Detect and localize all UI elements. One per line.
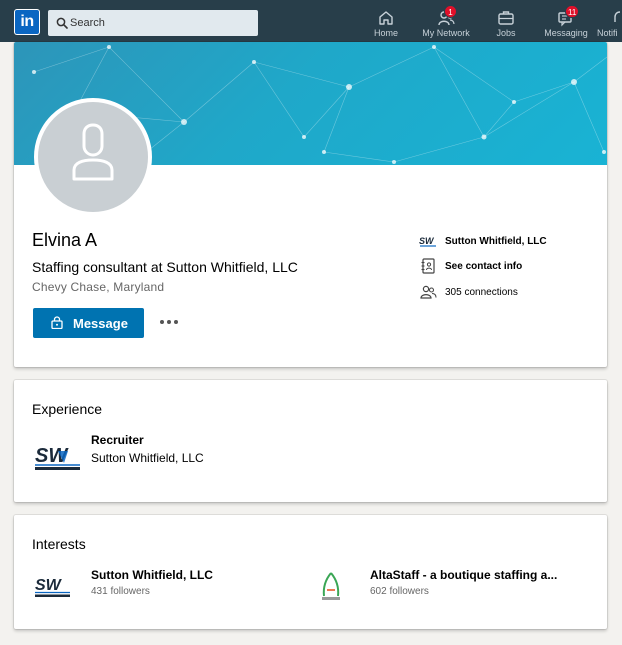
more-dot: [174, 320, 178, 324]
interests-heading: Interests: [32, 536, 86, 552]
altastaff-logo[interactable]: [316, 570, 346, 604]
interest-name[interactable]: AltaStaff - a boutique staffing a...: [370, 568, 557, 582]
interest-name[interactable]: Sutton Whitfield, LLC: [91, 568, 213, 582]
nav-notifications-label: Notifi: [597, 28, 618, 38]
lock-icon: [51, 316, 63, 329]
sutton-whitfield-logo[interactable]: SW: [34, 575, 72, 599]
more-options-button[interactable]: [158, 312, 180, 332]
experience-heading: Experience: [32, 401, 103, 417]
network-badge: 1: [444, 5, 457, 18]
nav-jobs[interactable]: Jobs: [488, 0, 524, 42]
nav-my-network[interactable]: 1 My Network: [416, 0, 476, 42]
svg-text:SW: SW: [419, 236, 435, 246]
profile-name: Elvina A: [32, 230, 98, 250]
nav-messaging-label: Messaging: [544, 28, 588, 38]
contact-info-label: See contact info: [445, 261, 523, 272]
contact-book-icon: [421, 258, 435, 274]
nav-home-label: Home: [373, 28, 398, 38]
profile-location: Chevy Chase, Maryland: [32, 280, 165, 294]
home-icon: [379, 11, 393, 25]
job-company: Sutton Whitfield, LLC: [91, 451, 204, 465]
more-dot: [167, 320, 171, 324]
current-company-name: Sutton Whitfield, LLC: [445, 236, 547, 247]
message-button[interactable]: Message: [33, 308, 144, 338]
notifications-icon: [614, 11, 621, 22]
profile-headline: Staffing consultant at Sutton Whitfield,…: [32, 259, 298, 275]
connections-count: 305 connections: [445, 287, 518, 298]
interest-followers: 602 followers: [370, 586, 429, 597]
interests-card: Interests SW Sutton Whitfield, LLC 431 f…: [14, 515, 607, 629]
sutton-whitfield-logo-small: SW: [419, 236, 436, 247]
nav-messaging[interactable]: 11 Messaging: [538, 0, 594, 42]
search-bar[interactable]: [48, 10, 258, 36]
nav-notifications[interactable]: Notifi: [597, 0, 622, 42]
nav-home[interactable]: Home: [366, 0, 406, 42]
job-title[interactable]: Recruiter: [91, 433, 144, 447]
search-icon: [56, 17, 68, 29]
linkedin-logo[interactable]: in: [14, 9, 40, 35]
jobs-icon: [498, 11, 514, 25]
search-input[interactable]: [70, 10, 254, 36]
more-dot: [160, 320, 164, 324]
sutton-whitfield-logo[interactable]: SW: [34, 443, 82, 473]
person-placeholder-icon: [72, 123, 114, 181]
profile-card: Elvina A Staffing consultant at Sutton W…: [14, 42, 607, 367]
interest-followers: 431 followers: [91, 586, 150, 597]
experience-card: Experience SW Recruiter Sutton Whitfield…: [14, 380, 607, 502]
avatar[interactable]: [34, 98, 152, 216]
logo-text: in: [15, 10, 39, 34]
top-nav: in Home 1 My Network Jobs: [0, 0, 622, 42]
message-button-label: Message: [73, 316, 128, 331]
nav-jobs-label: Jobs: [496, 28, 516, 38]
nav-my-network-label: My Network: [422, 28, 470, 38]
connections-icon: [420, 285, 437, 299]
messaging-badge: 11: [565, 5, 580, 18]
svg-text:SW: SW: [35, 577, 63, 594]
